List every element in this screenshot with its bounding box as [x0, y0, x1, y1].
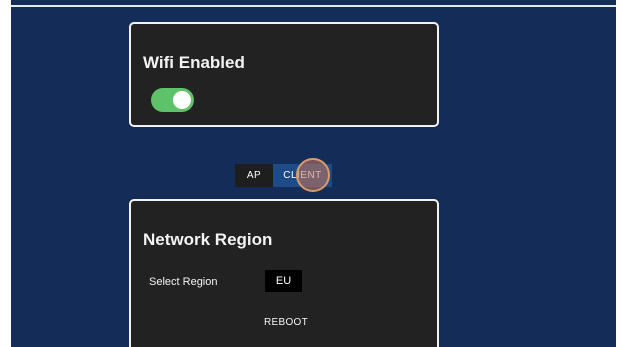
- region-select[interactable]: EU: [265, 270, 302, 292]
- app-viewport: Wifi Enabled AP CLIENT Network Region Se…: [11, 0, 616, 347]
- touch-indicator: [296, 158, 330, 192]
- select-region-label: Select Region: [149, 276, 218, 288]
- network-region-card: Network Region Select Region EU REBOOT: [129, 199, 439, 347]
- wifi-toggle-knob: [173, 91, 191, 109]
- wifi-card: Wifi Enabled: [129, 22, 439, 127]
- reboot-button[interactable]: REBOOT: [251, 313, 321, 333]
- mode-ap-button[interactable]: AP: [235, 164, 273, 187]
- wifi-toggle[interactable]: [151, 88, 194, 112]
- wifi-card-title: Wifi Enabled: [143, 53, 245, 72]
- network-region-title: Network Region: [143, 230, 273, 249]
- top-divider: [11, 5, 616, 7]
